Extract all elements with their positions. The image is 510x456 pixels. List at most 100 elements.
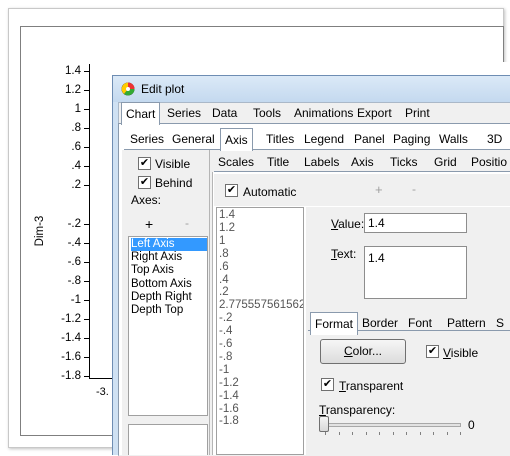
scale-value-item[interactable]: .6 xyxy=(219,261,229,274)
format-visible-checkbox[interactable]: ✔ xyxy=(426,345,439,358)
slider-tick xyxy=(446,432,448,435)
y-tick-mark xyxy=(84,376,89,378)
scale-value-item[interactable]: 1.2 xyxy=(219,222,235,235)
slider-tick xyxy=(433,432,434,435)
scale-value-item[interactable]: .8 xyxy=(219,248,229,261)
y-axis-line xyxy=(89,64,90,378)
axistab-grid[interactable]: Grid xyxy=(430,153,461,173)
transparency-slider-thumb[interactable] xyxy=(319,416,329,432)
automatic-checkbox[interactable]: ✔ xyxy=(225,184,238,197)
y-tick-mark xyxy=(84,166,89,168)
formattab-font[interactable]: Font xyxy=(404,314,436,334)
y-tick-label: -1.6 xyxy=(61,351,81,364)
formattab-format[interactable]: Format xyxy=(310,312,359,335)
formattab-s[interactable]: S xyxy=(492,314,508,334)
subtab-general[interactable]: General xyxy=(168,130,219,150)
value-label-text: alue: xyxy=(338,217,365,231)
tab-print[interactable]: Print xyxy=(401,104,434,124)
y-tick-mark xyxy=(84,128,89,130)
y-tick-mark xyxy=(84,90,89,92)
scale-value-item[interactable]: 1.4 xyxy=(219,209,235,222)
subtab-paging[interactable]: Paging xyxy=(389,130,434,150)
transparency-slider-track[interactable] xyxy=(325,423,461,427)
transparency-label-text: ransparency: xyxy=(325,403,396,417)
y-tick-mark xyxy=(84,242,89,244)
scale-value-item[interactable]: -1 xyxy=(219,364,229,377)
add-value-button[interactable]: + xyxy=(375,182,383,197)
remove-value-button[interactable]: - xyxy=(412,182,416,196)
subtab-panel[interactable]: Panel xyxy=(350,130,389,150)
text-label: Text: xyxy=(331,247,357,261)
y-tick-mark xyxy=(84,280,89,282)
y-tick-label: 1.2 xyxy=(65,84,81,97)
remove-axis-button[interactable]: - xyxy=(185,216,189,230)
axistab-title[interactable]: Title xyxy=(263,153,293,173)
y-tick-label: -.2 xyxy=(67,217,81,230)
transparency-value: 0 xyxy=(468,418,475,432)
slider-tick xyxy=(460,432,461,435)
subtab-axis[interactable]: Axis xyxy=(220,128,253,151)
dialog-title: Edit plot xyxy=(141,82,185,96)
y-tick-mark xyxy=(84,185,89,187)
axes-list[interactable]: Left Axis Right Axis Top Axis Bottom Axis De… xyxy=(128,236,208,416)
y-tick-mark xyxy=(84,357,89,359)
scale-value-item[interactable]: -.4 xyxy=(219,325,232,338)
behind-checkbox[interactable]: ✔ xyxy=(138,176,151,189)
color-button[interactable]: Color... xyxy=(320,339,406,364)
scale-value-item[interactable]: -.6 xyxy=(219,338,232,351)
y-tick-mark xyxy=(84,261,89,263)
scale-value-item[interactable]: -.8 xyxy=(219,351,232,364)
subtab-titles[interactable]: Titles xyxy=(262,130,298,150)
text-input[interactable]: 1.4 xyxy=(364,246,467,299)
scale-value-item[interactable]: -1.2 xyxy=(219,377,239,390)
slider-tick xyxy=(338,432,340,435)
axes-list-item[interactable]: Depth Top xyxy=(131,304,207,317)
tab-tools[interactable]: Tools xyxy=(249,104,285,124)
app-icon xyxy=(121,82,135,96)
scale-value-item[interactable]: -1.6 xyxy=(219,403,239,416)
add-axis-button[interactable]: + xyxy=(145,216,153,232)
axes-list-item[interactable]: Depth Right xyxy=(131,291,207,304)
scale-value-item[interactable]: -.2 xyxy=(219,312,232,325)
subtab-legend[interactable]: Legend xyxy=(300,130,348,150)
slider-tick xyxy=(325,432,326,435)
axistab-positio[interactable]: Positio xyxy=(467,153,510,173)
axes-list-item[interactable]: Right Axis xyxy=(131,251,207,264)
formattab-border[interactable]: Border xyxy=(358,314,402,334)
scale-value-item[interactable]: 1 xyxy=(219,235,225,248)
tab-data[interactable]: Data xyxy=(208,104,241,124)
visible-label: Visible xyxy=(155,157,191,171)
visible-checkbox[interactable]: ✔ xyxy=(138,157,151,170)
transparent-checkbox[interactable]: ✔ xyxy=(321,378,334,391)
scale-value-item[interactable]: -1.8 xyxy=(219,415,239,428)
tab-series[interactable]: Series xyxy=(163,104,205,124)
y-tick-mark xyxy=(84,337,89,339)
slider-tick xyxy=(352,432,353,435)
scale-value-item[interactable]: -1.4 xyxy=(219,390,239,403)
subtab-series[interactable]: Series xyxy=(126,130,168,150)
subtab-3d[interactable]: 3D xyxy=(483,130,506,150)
scale-value-item[interactable]: 2.77555756156289E-17 xyxy=(219,299,303,312)
axes-list-item[interactable]: Left Axis xyxy=(131,238,207,251)
y-tick-label: .8 xyxy=(71,122,81,135)
axistab-axis[interactable]: Axis xyxy=(347,153,378,173)
axes-list-item[interactable]: Top Axis xyxy=(131,264,207,277)
axes-list-item[interactable]: Bottom Axis xyxy=(131,278,207,291)
value-input[interactable]: 1.4 xyxy=(364,213,467,233)
axistab-scales[interactable]: Scales xyxy=(214,153,258,173)
tab-animations[interactable]: Animations xyxy=(290,104,357,124)
scale-value-item[interactable]: .4 xyxy=(219,274,229,287)
slider-tick xyxy=(392,432,394,435)
tab-export[interactable]: Export xyxy=(353,104,396,124)
behind-label: Behind xyxy=(155,176,193,190)
subtab-walls[interactable]: Walls xyxy=(435,130,472,150)
tab-chart[interactable]: Chart xyxy=(121,102,161,125)
axistab-ticks[interactable]: Ticks xyxy=(386,153,422,173)
scale-value-item[interactable]: .2 xyxy=(219,286,229,299)
formattab-pattern[interactable]: Pattern xyxy=(443,314,490,334)
scale-values-list[interactable]: 1.41.21.8.6.4.22.77555756156289E-17-.2-.… xyxy=(216,207,304,455)
dialog-titlebar[interactable]: Edit plot xyxy=(113,76,510,102)
y-tick-label: -.8 xyxy=(67,274,81,287)
axistab-labels[interactable]: Labels xyxy=(300,153,343,173)
y-tick-mark xyxy=(84,109,89,111)
